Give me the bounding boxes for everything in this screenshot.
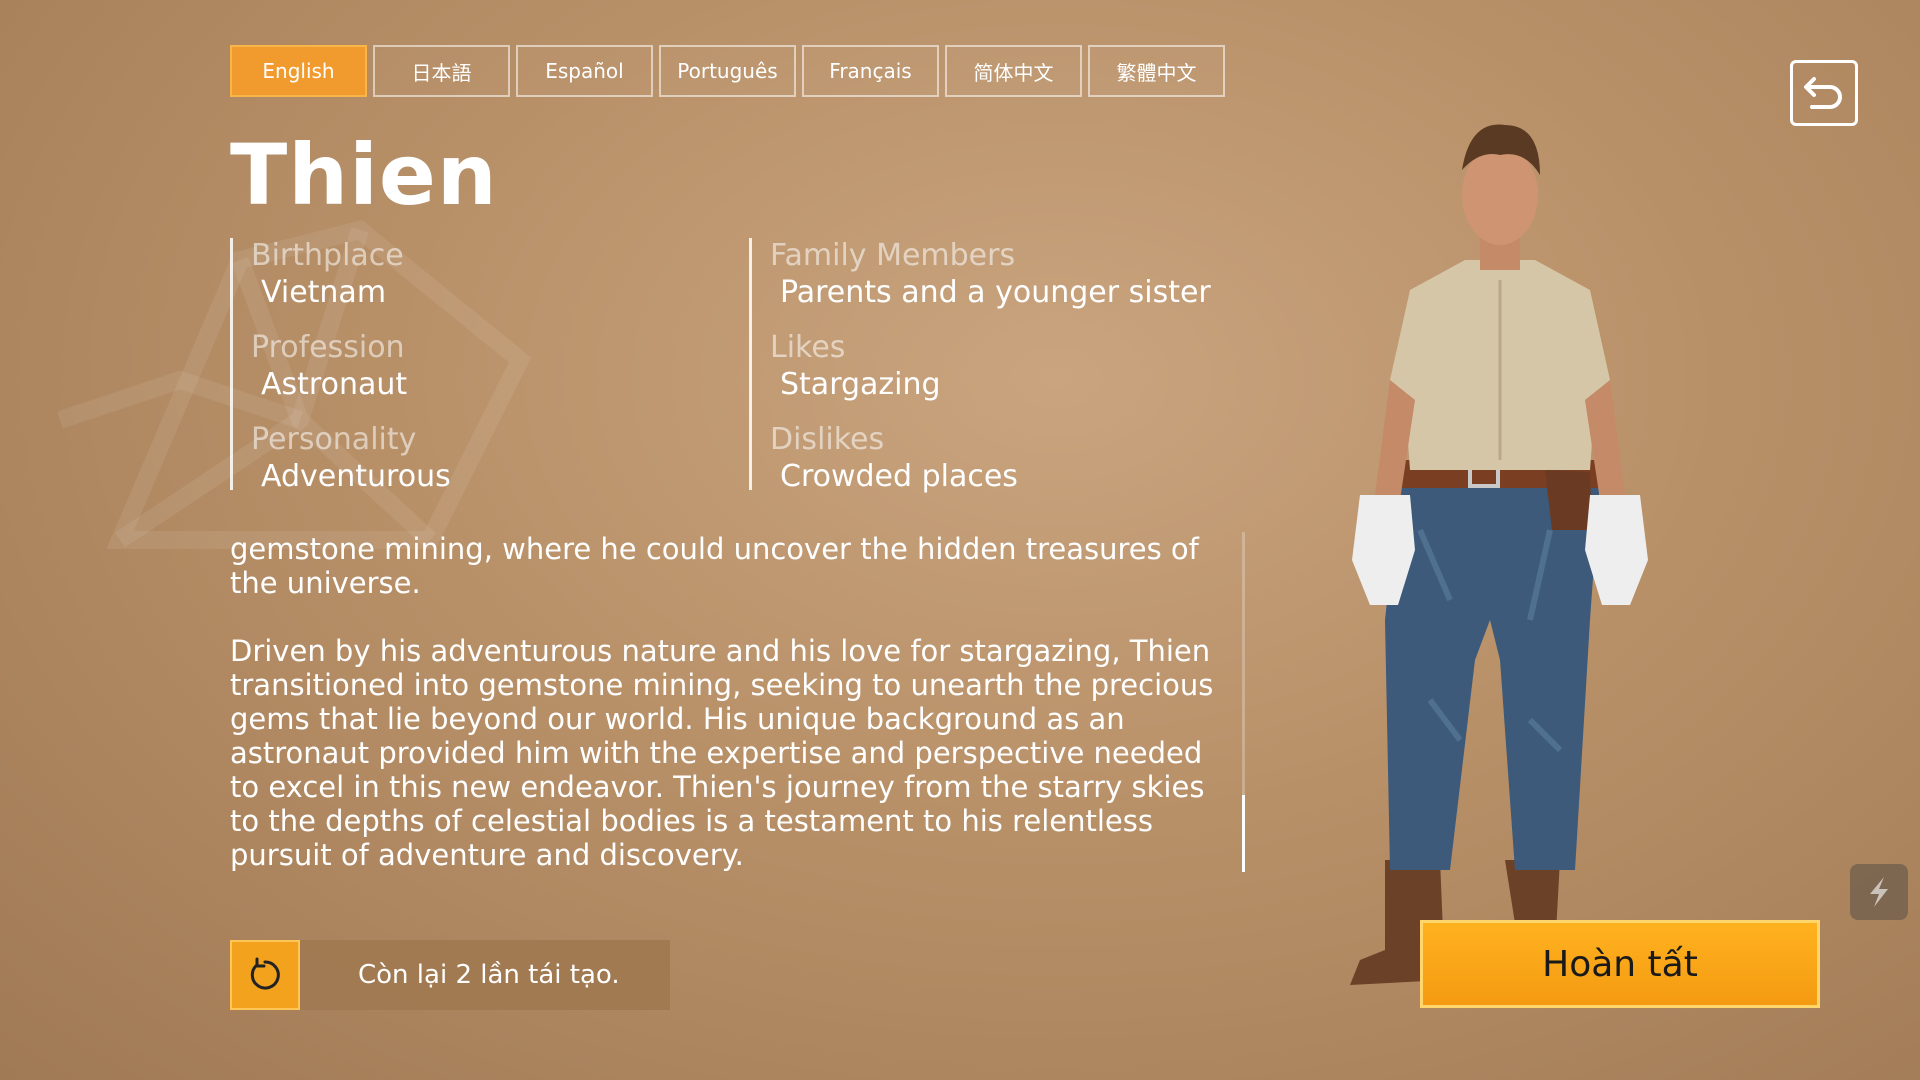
- tab-japanese[interactable]: 日本語: [373, 45, 510, 97]
- personality-value: Adventurous: [261, 459, 451, 494]
- birthplace-label: Birthplace: [251, 238, 404, 273]
- profession-value: Astronaut: [261, 367, 408, 402]
- likes-label: Likes: [770, 330, 846, 365]
- language-tabs: English 日本語 Español Português Français 简…: [230, 45, 1225, 97]
- lightning-icon: [1870, 877, 1888, 907]
- dislikes-value: Crowded places: [780, 459, 1018, 494]
- bio-scrollbar-thumb[interactable]: [1242, 795, 1245, 872]
- back-arrow-icon: [1804, 77, 1842, 109]
- family-members-value: Parents and a younger sister: [780, 275, 1211, 310]
- tab-french[interactable]: Français: [802, 45, 939, 97]
- side-menu-handle[interactable]: [1850, 864, 1908, 920]
- refresh-icon: [250, 957, 280, 990]
- regenerate-button[interactable]: [230, 940, 300, 1010]
- bio-paragraph: Driven by his adventurous nature and his…: [230, 634, 1214, 872]
- character-name: Thien: [230, 126, 498, 224]
- family-members-label: Family Members: [770, 238, 1016, 273]
- dislikes-label: Dislikes: [770, 422, 885, 457]
- regenerate-panel: Còn lại 2 lần tái tạo.: [230, 940, 670, 1010]
- tab-simplified-chinese[interactable]: 简体中文: [945, 45, 1082, 97]
- profession-label: Profession: [251, 330, 405, 365]
- tab-portuguese[interactable]: Português: [659, 45, 796, 97]
- back-button[interactable]: [1790, 60, 1858, 126]
- regenerate-count-text: Còn lại 2 lần tái tạo.: [358, 960, 620, 990]
- complete-button[interactable]: Hoàn tất: [1420, 920, 1820, 1008]
- character-model: [1350, 124, 1648, 985]
- biography-text[interactable]: gemstone mining, where he could uncover …: [230, 532, 1230, 876]
- tab-spanish[interactable]: Español: [516, 45, 653, 97]
- attributes-left: Birthplace Vietnam Profession Astronaut …: [230, 238, 711, 494]
- tab-traditional-chinese[interactable]: 繁體中文: [1088, 45, 1225, 97]
- likes-value: Stargazing: [780, 367, 941, 402]
- birthplace-value: Vietnam: [261, 275, 387, 310]
- personality-label: Personality: [251, 422, 417, 457]
- tab-english[interactable]: English: [230, 45, 367, 97]
- bio-paragraph: gemstone mining, where he could uncover …: [230, 532, 1199, 600]
- attributes-right: Family Members Parents and a younger sis…: [749, 238, 1290, 494]
